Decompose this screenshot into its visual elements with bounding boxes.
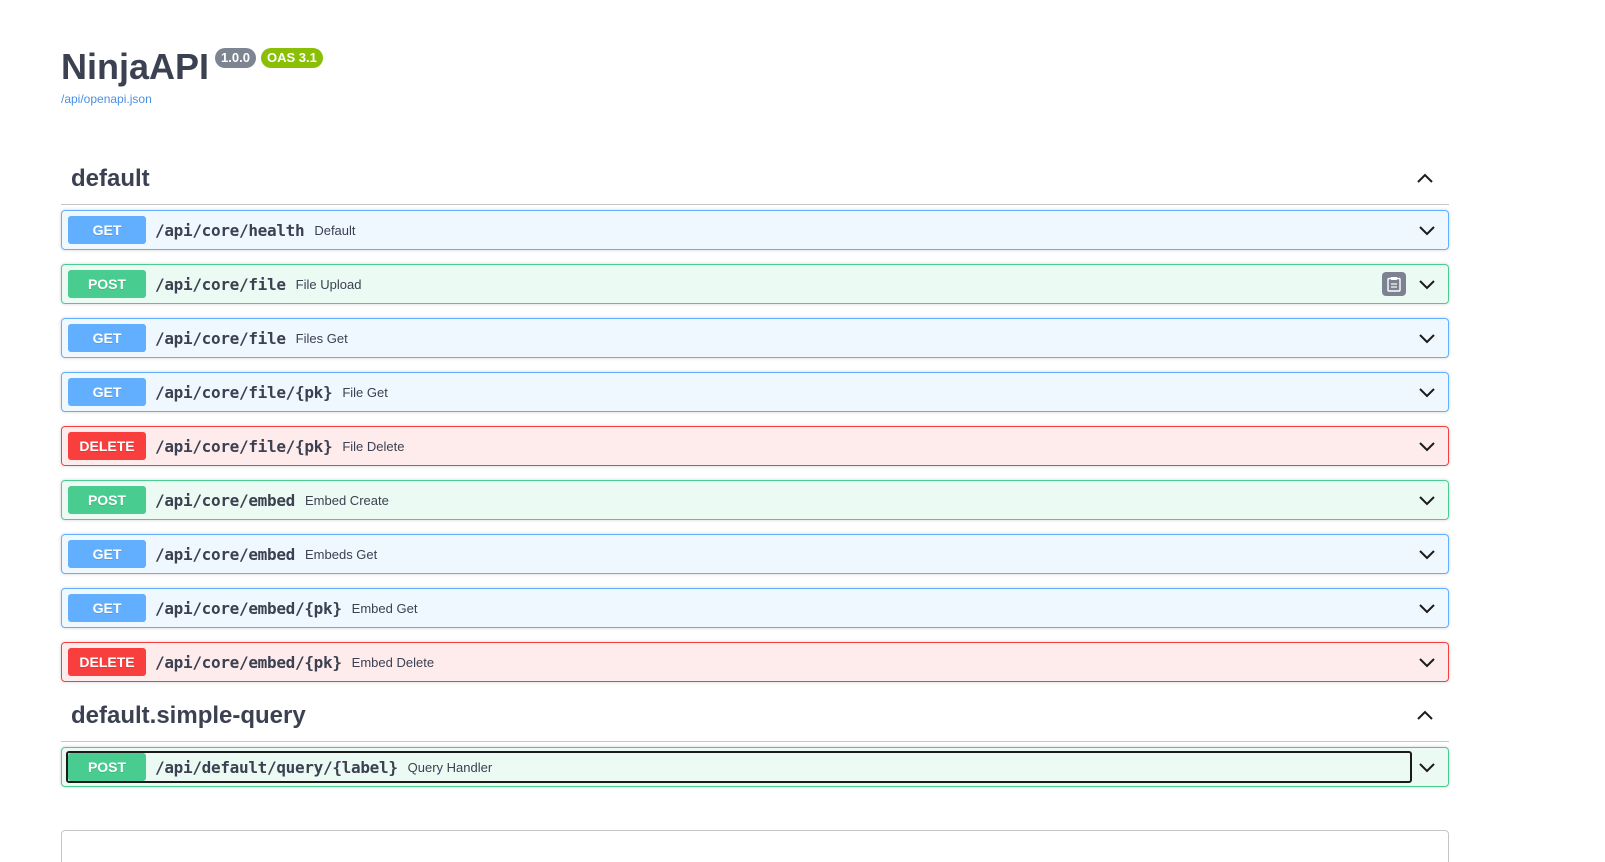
operation-path: /api/core/file <box>155 328 286 348</box>
operation-path: /api/core/embed <box>155 544 295 564</box>
operation-path: /api/core/file/{pk} <box>155 436 333 456</box>
chevron-down-icon[interactable] <box>1414 379 1440 405</box>
tag-name: default <box>71 164 150 192</box>
operation-description: Embed Create <box>305 492 389 508</box>
chevron-down-icon[interactable] <box>1414 649 1440 675</box>
operation-description: Query Handler <box>407 759 493 775</box>
method-badge: GET <box>68 216 146 244</box>
title-row: NinjaAPI 1.0.0 OAS 3.1 <box>61 44 323 90</box>
method-badge: DELETE <box>68 432 146 460</box>
operation-row[interactable]: GET /api/core/file/{pk} File Get <box>61 372 1449 412</box>
method-badge: POST <box>68 270 146 298</box>
operation-row[interactable]: DELETE /api/core/file/{pk} File Delete <box>61 426 1449 466</box>
operation-summary[interactable]: GET /api/core/file Files Get <box>66 322 1412 354</box>
operation-description: Embed Get <box>351 600 418 616</box>
chevron-down-icon[interactable] <box>1414 325 1440 351</box>
operation-description: Files Get <box>295 330 348 346</box>
operation-path: /api/default/query/{label} <box>155 757 398 777</box>
operation-summary[interactable]: DELETE /api/core/file/{pk} File Delete <box>66 430 1412 462</box>
chevron-down-icon[interactable] <box>1414 487 1440 513</box>
operation-description: Default <box>314 222 356 238</box>
operation-row[interactable]: GET /api/core/file Files Get <box>61 318 1449 358</box>
operation-path: /api/core/embed/{pk} <box>155 652 342 672</box>
operation-row[interactable]: DELETE /api/core/embed/{pk} Embed Delete <box>61 642 1449 682</box>
chevron-down-icon[interactable] <box>1414 754 1440 780</box>
method-badge: POST <box>68 486 146 514</box>
schemas-section <box>61 830 1449 862</box>
api-title: NinjaAPI <box>61 46 210 87</box>
operation-summary[interactable]: GET /api/core/embed/{pk} Embed Get <box>66 592 1412 624</box>
operation-path: /api/core/health <box>155 220 305 240</box>
copy-to-clipboard-button[interactable] <box>1382 272 1406 296</box>
operation-path: /api/core/embed <box>155 490 295 510</box>
operation-path: /api/core/file <box>155 274 286 294</box>
oas-badge: OAS 3.1 <box>260 48 323 68</box>
method-badge: GET <box>68 378 146 406</box>
clipboard-icon <box>1387 277 1401 292</box>
operation-path: /api/core/embed/{pk} <box>155 598 342 618</box>
operation-row[interactable]: GET /api/core/embed/{pk} Embed Get <box>61 588 1449 628</box>
operation-summary[interactable]: POST /api/default/query/{label} Query Ha… <box>66 751 1412 783</box>
operation-summary[interactable]: POST /api/core/file File Upload <box>66 268 1378 300</box>
method-badge: POST <box>68 753 146 781</box>
chevron-down-icon[interactable] <box>1414 433 1440 459</box>
method-badge: GET <box>68 540 146 568</box>
chevron-up-icon[interactable] <box>1411 702 1439 730</box>
api-info: NinjaAPI 1.0.0 OAS 3.1 /api/openapi.json <box>61 44 323 106</box>
openapi-json-link[interactable]: /api/openapi.json <box>61 92 323 106</box>
operation-summary[interactable]: POST /api/core/embed Embed Create <box>66 484 1412 516</box>
operation-summary[interactable]: DELETE /api/core/embed/{pk} Embed Delete <box>66 646 1412 678</box>
method-badge: GET <box>68 324 146 352</box>
tag-name: default.simple-query <box>71 701 306 729</box>
operation-description: File Delete <box>342 438 405 454</box>
operation-summary[interactable]: GET /api/core/health Default <box>66 214 1412 246</box>
operation-summary[interactable]: GET /api/core/file/{pk} File Get <box>66 376 1412 408</box>
operation-row[interactable]: POST /api/default/query/{label} Query Ha… <box>61 747 1449 787</box>
chevron-down-icon[interactable] <box>1414 217 1440 243</box>
operation-description: File Get <box>342 384 388 400</box>
chevron-down-icon[interactable] <box>1414 271 1440 297</box>
operation-description: File Upload <box>295 276 362 292</box>
tag-header-simple-query[interactable]: default.simple-query <box>61 690 1449 742</box>
operation-row[interactable]: GET /api/core/embed Embeds Get <box>61 534 1449 574</box>
version-badge: 1.0.0 <box>215 48 256 68</box>
tag-section-simple-query: default.simple-query POST /api/default/q… <box>61 690 1449 787</box>
method-badge: GET <box>68 594 146 622</box>
operation-row[interactable]: POST /api/core/file File Upload <box>61 264 1449 304</box>
chevron-up-icon[interactable] <box>1411 165 1439 193</box>
operation-description: Embed Delete <box>351 654 435 670</box>
tag-section-default: default GET /api/core/health Default POS… <box>61 153 1449 682</box>
operation-row[interactable]: GET /api/core/health Default <box>61 210 1449 250</box>
chevron-down-icon[interactable] <box>1414 595 1440 621</box>
operation-row[interactable]: POST /api/core/embed Embed Create <box>61 480 1449 520</box>
tag-header-default[interactable]: default <box>61 153 1449 205</box>
chevron-down-icon[interactable] <box>1414 541 1440 567</box>
operation-description: Embeds Get <box>305 546 378 562</box>
operation-path: /api/core/file/{pk} <box>155 382 333 402</box>
operation-summary[interactable]: GET /api/core/embed Embeds Get <box>66 538 1412 570</box>
method-badge: DELETE <box>68 648 146 676</box>
